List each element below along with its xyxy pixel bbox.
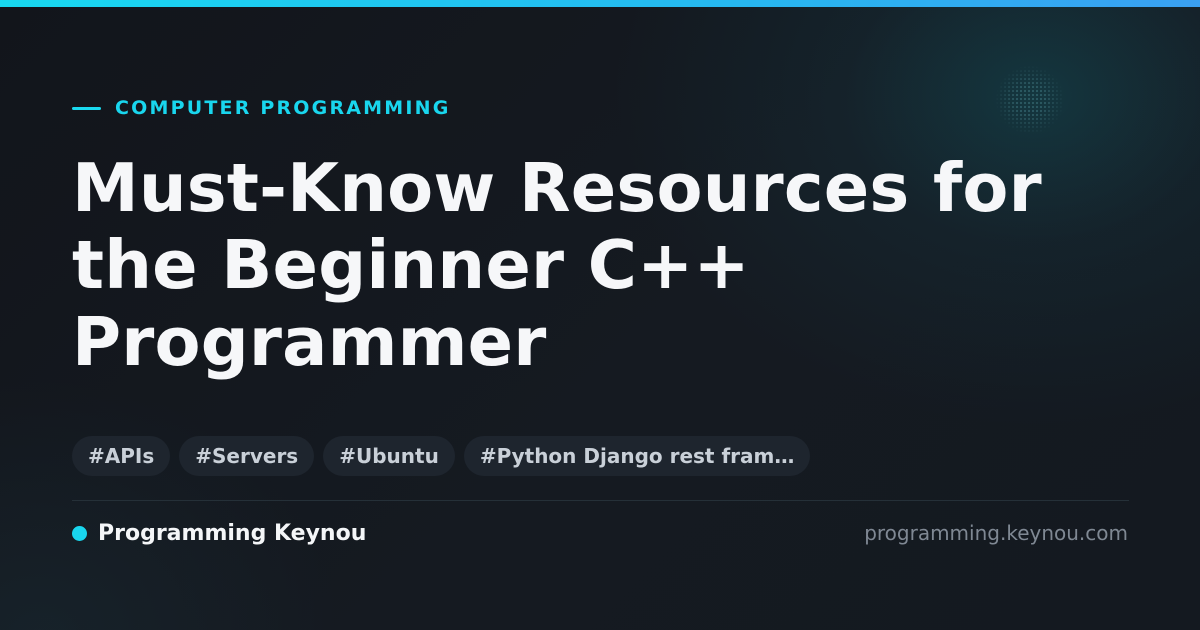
site-domain: programming.keynou.com	[864, 521, 1128, 545]
tag-python-django: #Python Django rest fram…	[463, 436, 811, 476]
tag-ubuntu: #Ubuntu	[323, 436, 455, 476]
accent-dash	[72, 106, 101, 110]
category-label: COMPUTER PROGRAMMING	[115, 97, 451, 119]
footer-divider	[72, 500, 1129, 501]
dot-pattern-decoration	[995, 65, 1065, 135]
tag-apis: #APIs	[72, 436, 171, 476]
title-line-3: Programmer	[72, 303, 547, 381]
brand: Programming Keynou	[72, 518, 366, 548]
brand-dot-icon	[72, 525, 87, 541]
title-line-1: Must-Know Resources for	[72, 149, 1042, 227]
social-card: COMPUTER PROGRAMMING Must-Know Resources…	[0, 0, 1200, 630]
brand-name: Programming Keynou	[98, 520, 367, 546]
tag-list: #APIs #Servers #Ubuntu #Python Django re…	[72, 436, 811, 476]
top-accent-bar	[0, 0, 1200, 7]
category-kicker: COMPUTER PROGRAMMING	[72, 94, 451, 122]
tag-servers: #Servers	[179, 436, 315, 476]
page-title: Must-Know Resources for the Beginner C++ P…	[72, 150, 1132, 381]
title-line-2: the Beginner C++	[72, 226, 750, 304]
